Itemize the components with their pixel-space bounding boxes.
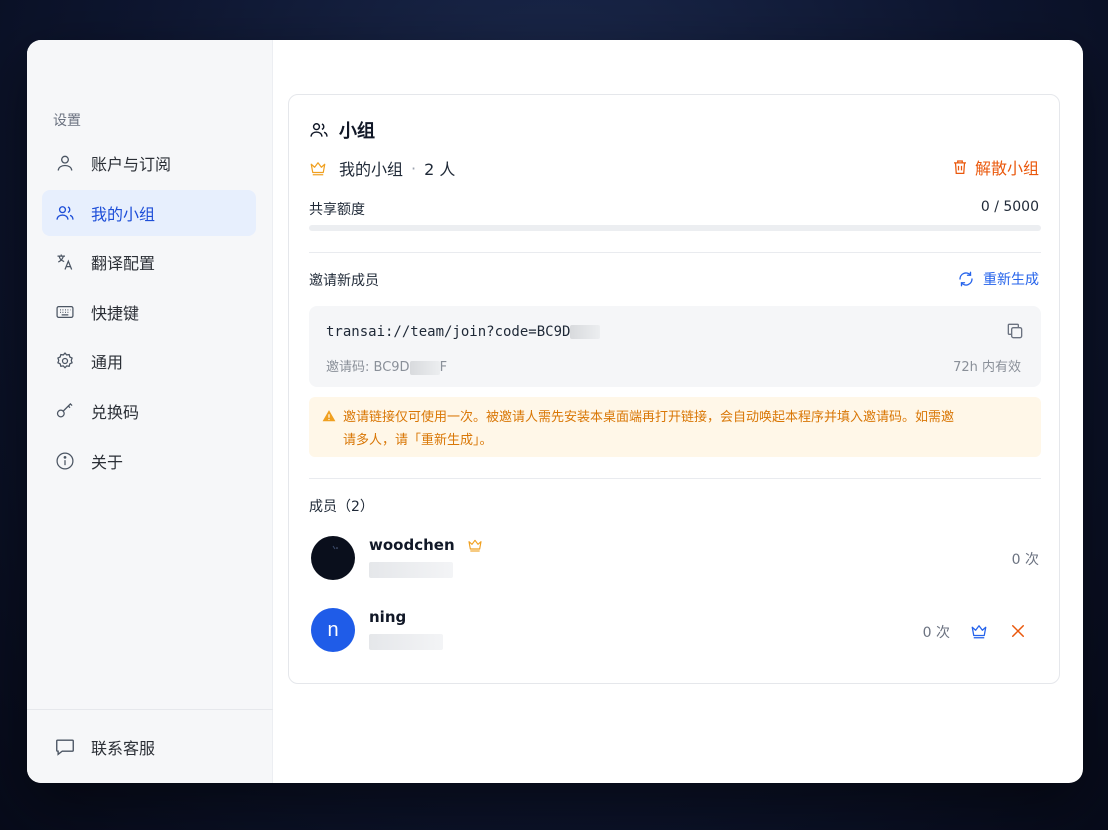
invite-notice: 邀请链接仅可使用一次。被邀请人需先安装本桌面端再打开链接，会自动唤起本程序并填入… xyxy=(309,397,1041,457)
member-usage: 0 次 xyxy=(922,625,950,641)
member-email-redacted xyxy=(369,562,453,578)
page-title: 小组 xyxy=(309,117,375,143)
quota-value: 0 / 5000 xyxy=(980,199,1039,215)
translate-icon xyxy=(54,251,76,273)
trash-icon xyxy=(953,160,966,175)
sidebar-item-redeem[interactable]: 兑换码 xyxy=(42,388,256,434)
member-info: woodchen xyxy=(369,536,483,578)
member-name: ning xyxy=(369,608,407,626)
invite-link-box: transai://team/join?code=BC9D 邀请码: BC9D F… xyxy=(309,306,1041,387)
member-email-redacted xyxy=(369,634,443,650)
member-usage: 0 次 xyxy=(1011,552,1039,568)
regenerate-button[interactable]: 重新生成 xyxy=(957,269,1039,289)
page-title-text: 小组 xyxy=(339,121,375,142)
disband-group-button[interactable]: 解散小组 xyxy=(951,155,1039,179)
invite-code-text: 邀请码: BC9D xyxy=(326,360,410,375)
invite-link-text: transai://team/join?code=BC9D xyxy=(326,324,571,340)
member-row: n ning 0 次 xyxy=(309,606,1041,656)
key-icon xyxy=(54,400,76,422)
members-section-title: 成员（2） xyxy=(309,499,374,515)
member-name-row: ning xyxy=(369,608,443,626)
group-card: 小组 我的小组 · 2 人 解散小组 共享额度 0 / 5000 邀请新成员 重… xyxy=(288,94,1060,684)
disband-label: 解散小组 xyxy=(974,159,1039,178)
notice-line-1: 邀请链接仅可使用一次。被邀请人需先安装本桌面端再打开链接，会自动唤起本程序并填入… xyxy=(343,410,955,425)
notice-line-2: 请多人，请「重新生成」。 xyxy=(343,433,493,448)
sidebar-item-about[interactable]: 关于 xyxy=(42,438,256,484)
sidebar-item-label: 我的小组 xyxy=(91,204,156,224)
divider xyxy=(309,252,1041,253)
sidebar-item-general[interactable]: 通用 xyxy=(42,338,256,384)
group-info: 我的小组 · 2 人 xyxy=(309,156,455,180)
info-icon xyxy=(54,450,76,472)
invite-link[interactable]: transai://team/join?code=BC9D xyxy=(326,324,601,340)
settings-window: 设置 账户与订阅 我的小组 翻译配置 快捷键 通用 兑换码 关于 联系客服 小组… xyxy=(27,40,1083,783)
remove-member-close-icon[interactable] xyxy=(1009,622,1027,640)
redacted-block xyxy=(409,360,440,375)
sidebar-item-shortcuts[interactable]: 快捷键 xyxy=(42,289,256,335)
refresh-icon xyxy=(959,271,973,287)
copy-icon[interactable] xyxy=(1005,321,1025,341)
separator: · xyxy=(411,158,417,178)
make-owner-crown-icon[interactable] xyxy=(970,622,988,640)
sidebar-item-translation[interactable]: 翻译配置 xyxy=(42,239,256,285)
sidebar-item-label: 翻译配置 xyxy=(91,254,156,274)
sidebar-nav: 账户与订阅 我的小组 翻译配置 快捷键 通用 兑换码 关于 xyxy=(42,140,256,487)
regenerate-label: 重新生成 xyxy=(983,272,1039,288)
divider xyxy=(309,478,1041,479)
sidebar-item-label: 快捷键 xyxy=(91,303,140,323)
sidebar: 设置 账户与订阅 我的小组 翻译配置 快捷键 通用 兑换码 关于 联系客服 xyxy=(27,40,273,783)
warning-icon xyxy=(322,410,336,422)
keyboard-icon xyxy=(54,301,76,323)
invite-validity: 72h 内有效 xyxy=(953,360,1021,375)
chat-icon xyxy=(56,738,74,756)
member-count: 2 人 xyxy=(424,160,456,179)
crown-icon xyxy=(310,162,326,176)
users-icon xyxy=(310,123,328,137)
users-icon xyxy=(54,202,76,224)
user-icon xyxy=(54,152,76,174)
quota-label: 共享额度 xyxy=(309,202,365,218)
sidebar-item-label: 通用 xyxy=(91,353,124,373)
invite-code: 邀请码: BC9D F xyxy=(326,356,447,375)
contact-support-button[interactable]: 联系客服 xyxy=(27,709,273,783)
crown-icon xyxy=(468,539,482,552)
quota-progress-bar xyxy=(309,225,1041,231)
sidebar-item-label: 兑换码 xyxy=(91,402,140,422)
sidebar-item-label: 账户与订阅 xyxy=(91,155,172,174)
member-name: woodchen xyxy=(369,536,455,554)
member-row: woodchen 0 次 xyxy=(309,534,1041,584)
sidebar-item-account[interactable]: 账户与订阅 xyxy=(42,140,256,186)
avatar: n xyxy=(311,608,355,652)
gear-icon xyxy=(54,350,76,372)
invite-code-suffix: F xyxy=(439,360,448,375)
group-name: 我的小组 xyxy=(339,160,404,179)
sidebar-item-my-group[interactable]: 我的小组 xyxy=(42,189,256,236)
invite-section-title: 邀请新成员 xyxy=(309,273,379,289)
redacted-block xyxy=(570,325,601,339)
sidebar-item-label: 关于 xyxy=(91,452,124,472)
avatar xyxy=(311,536,355,580)
avatar-initial: n xyxy=(327,618,339,641)
member-info: ning xyxy=(369,608,443,650)
contact-support-label: 联系客服 xyxy=(91,738,156,758)
member-name-row: woodchen xyxy=(369,536,483,554)
sidebar-title: 设置 xyxy=(53,113,81,129)
